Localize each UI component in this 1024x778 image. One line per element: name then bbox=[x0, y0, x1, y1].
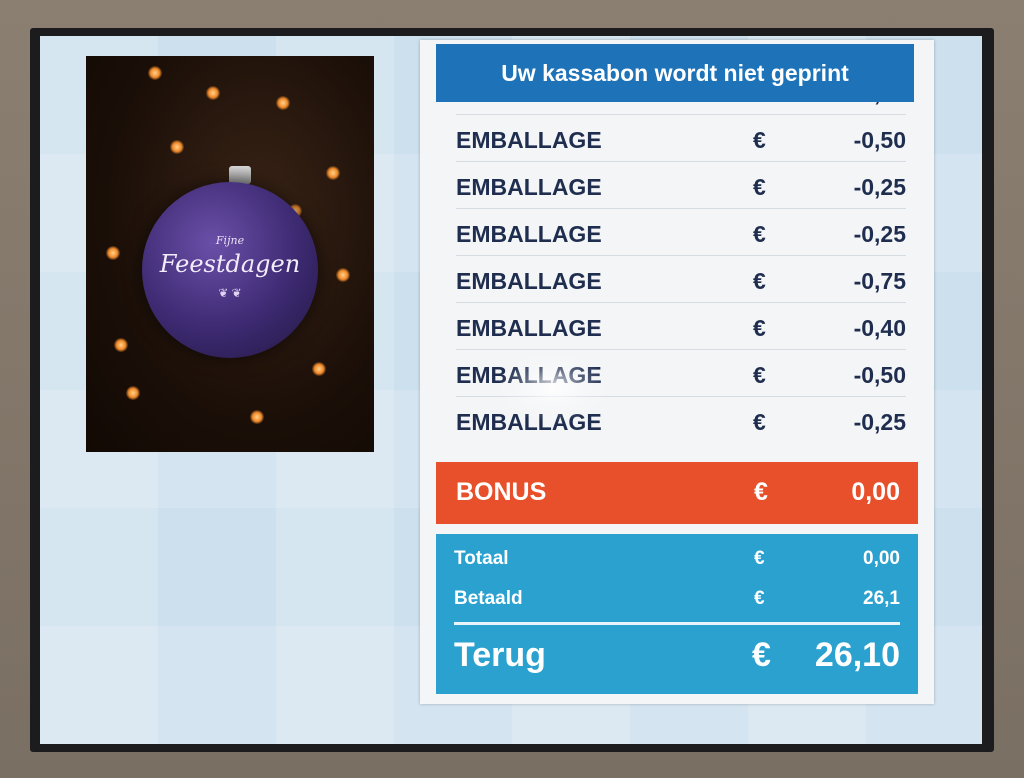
betaald-row: Betaald € 26,1 bbox=[454, 588, 900, 610]
euro-sign: € bbox=[754, 548, 765, 569]
totaal-row: Totaal € 0,00 bbox=[454, 548, 900, 570]
euro-sign: € bbox=[754, 478, 768, 506]
receipt-line: EMBALLAGE € -0,25 bbox=[456, 397, 906, 443]
totaal-amount: 0,00 bbox=[863, 548, 900, 569]
terug-label: Terug bbox=[454, 636, 546, 674]
receipt-line: EMBALLAGE € -0,75 bbox=[456, 256, 906, 303]
light-decoration bbox=[336, 268, 350, 282]
flourish-icon: ❦ ❦ bbox=[218, 286, 242, 300]
euro-sign: € bbox=[753, 268, 766, 294]
light-decoration bbox=[126, 386, 140, 400]
kiosk-screen: Fijne Feestdagen ❦ ❦ Uw kassabon wordt n… bbox=[40, 36, 982, 744]
light-decoration bbox=[114, 338, 128, 352]
light-decoration bbox=[276, 96, 290, 110]
promo-image: Fijne Feestdagen ❦ ❦ bbox=[86, 56, 374, 452]
receipt-lines: EMBALLAGE € -0,75 EMBALLAGE € -0,50 EMBA… bbox=[420, 82, 934, 458]
betaald-amount: 26,1 bbox=[863, 588, 900, 609]
euro-sign: € bbox=[753, 315, 766, 341]
euro-sign: € bbox=[754, 588, 765, 609]
receipt-panel: Uw kassabon wordt niet geprint EMBALLAGE… bbox=[420, 40, 934, 704]
euro-sign: € bbox=[753, 174, 766, 200]
line-amount: -0,50 bbox=[853, 362, 906, 388]
line-amount: -0,40 bbox=[853, 315, 906, 341]
line-amount: -0,25 bbox=[853, 221, 906, 247]
ornament-text-feestdagen: Feestdagen bbox=[159, 250, 301, 278]
bonus-label: BONUS bbox=[456, 478, 547, 506]
line-description: EMBALLAGE bbox=[456, 127, 602, 153]
light-decoration bbox=[312, 362, 326, 376]
euro-sign: € bbox=[753, 127, 766, 153]
receipt-line: EMBALLAGE € -0,25 bbox=[456, 162, 906, 209]
light-decoration bbox=[206, 86, 220, 100]
christmas-ornament: Fijne Feestdagen ❦ ❦ bbox=[142, 182, 318, 358]
terug-amount: 26,10 bbox=[814, 636, 900, 674]
line-amount: -0,75 bbox=[853, 268, 906, 294]
terug-row: Terug € 26,10 bbox=[454, 636, 900, 675]
totaal-label: Totaal bbox=[454, 548, 509, 569]
ornament-text-small: Fijne bbox=[215, 234, 245, 247]
receipt-line: EMBALLAGE € -0,25 bbox=[456, 209, 906, 256]
line-description: EMBALLAGE bbox=[456, 221, 602, 247]
totals-panel: Totaal € 0,00 Betaald € 26,1 Terug € 26,… bbox=[436, 534, 918, 694]
line-description: EMBALLAGE bbox=[456, 315, 602, 341]
light-decoration bbox=[326, 166, 340, 180]
line-description: EMBALLAGE bbox=[456, 409, 602, 435]
line-description: EMBALLAGE bbox=[456, 362, 602, 388]
euro-sign: € bbox=[753, 409, 766, 435]
betaald-label: Betaald bbox=[454, 588, 523, 609]
receipt-line: EMBALLAGE € -0,40 bbox=[456, 303, 906, 350]
euro-sign: € bbox=[753, 221, 766, 247]
line-amount: -0,25 bbox=[853, 409, 906, 435]
receipt-line: EMBALLAGE € -0,50 bbox=[456, 350, 906, 397]
totals-divider bbox=[454, 622, 900, 625]
line-amount: -0,25 bbox=[853, 174, 906, 200]
light-decoration bbox=[250, 410, 264, 424]
line-amount: -0,50 bbox=[853, 127, 906, 153]
light-decoration bbox=[170, 140, 184, 154]
euro-sign: € bbox=[752, 636, 771, 674]
bonus-amount: 0,00 bbox=[851, 478, 900, 506]
receipt-not-printed-banner: Uw kassabon wordt niet geprint bbox=[436, 44, 914, 102]
line-description: EMBALLAGE bbox=[456, 174, 602, 200]
receipt-line: EMBALLAGE € -0,50 bbox=[456, 115, 906, 162]
bonus-row: BONUS € 0,00 bbox=[436, 462, 918, 524]
light-decoration bbox=[148, 66, 162, 80]
line-description: EMBALLAGE bbox=[456, 268, 602, 294]
euro-sign: € bbox=[753, 362, 766, 388]
light-decoration bbox=[106, 246, 120, 260]
